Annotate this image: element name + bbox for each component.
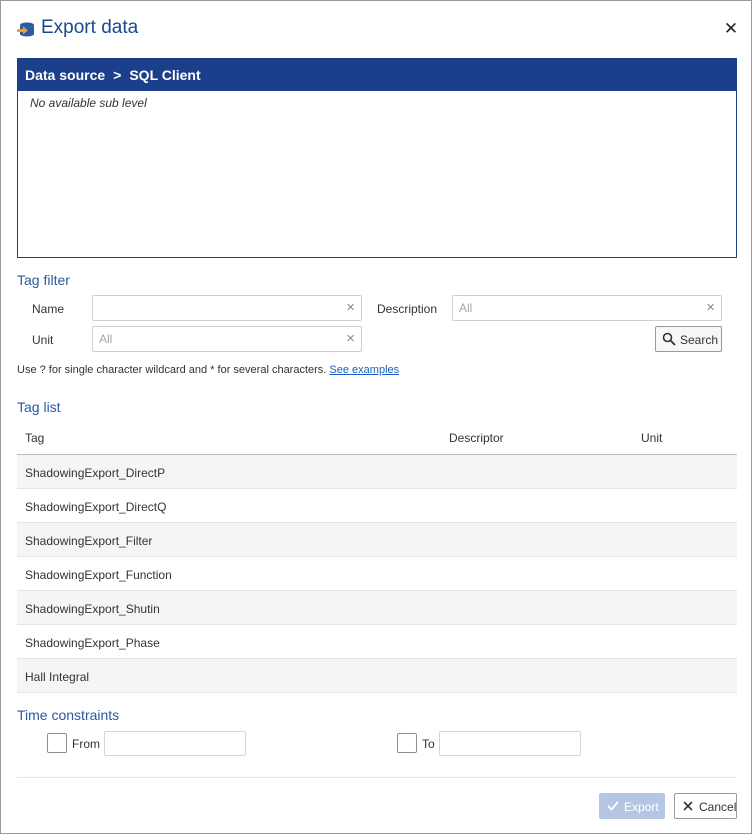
tag-cell: ShadowingExport_Filter [25, 534, 153, 548]
table-row[interactable]: ShadowingExport_Phase [17, 625, 737, 659]
cancel-button-label: Cancel [699, 800, 737, 814]
table-row[interactable]: Hall Integral [17, 659, 737, 693]
tag-list-title: Tag list [17, 399, 61, 415]
tag-cell: Hall Integral [25, 670, 90, 684]
table-row[interactable]: ShadowingExport_Shutin [17, 591, 737, 625]
export-data-dialog: Export data ✕ Data source > SQL Client No … [0, 0, 752, 834]
data-source-breadcrumb: Data source > SQL Client [18, 59, 736, 91]
table-row[interactable]: ShadowingExport_DirectQ [17, 489, 737, 523]
description-clear-icon[interactable]: × [706, 300, 715, 316]
name-clear-icon[interactable]: × [346, 300, 355, 316]
unit-field: × [92, 326, 362, 352]
to-label: To [422, 737, 435, 751]
unit-label: Unit [32, 333, 54, 347]
from-label: From [72, 737, 100, 751]
breadcrumb-root[interactable]: Data source [25, 67, 105, 83]
column-header-unit[interactable]: Unit [641, 431, 662, 445]
check-icon [607, 801, 619, 811]
unit-input[interactable] [93, 327, 361, 351]
time-constraints-title: Time constraints [17, 707, 120, 723]
dialog-titlebar: Export data ✕ [1, 1, 751, 59]
data-source-empty-text: No available sub level [30, 96, 147, 110]
export-data-icon [17, 22, 34, 37]
search-button[interactable]: Search [655, 326, 722, 352]
dialog-title: Export data [41, 17, 139, 38]
table-row[interactable]: ShadowingExport_Filter [17, 523, 737, 557]
export-button-label: Export [624, 800, 659, 814]
see-examples-link[interactable]: See examples [329, 364, 399, 376]
unit-clear-icon[interactable]: × [346, 331, 355, 347]
search-icon [662, 332, 676, 346]
column-header-descriptor[interactable]: Descriptor [449, 431, 504, 445]
breadcrumb-separator: > [113, 67, 122, 83]
table-row[interactable]: ShadowingExport_Function [17, 557, 737, 591]
tag-list-table: Tag Descriptor Unit ShadowingExport_Dire… [17, 421, 737, 693]
tag-cell: ShadowingExport_Shutin [25, 602, 160, 616]
data-source-panel: Data source > SQL Client No available sub … [17, 58, 737, 258]
name-field: × [92, 295, 362, 321]
tag-cell: ShadowingExport_Function [25, 568, 172, 582]
close-icon [683, 801, 693, 811]
description-field: × [452, 295, 722, 321]
column-header-tag[interactable]: Tag [25, 431, 44, 445]
tag-cell: ShadowingExport_DirectP [25, 466, 166, 480]
breadcrumb-current: SQL Client [129, 67, 201, 83]
close-icon[interactable]: ✕ [723, 20, 739, 38]
footer-divider [17, 777, 737, 778]
to-date-input[interactable] [439, 731, 581, 756]
search-button-label: Search [680, 333, 719, 347]
table-header: Tag Descriptor Unit [17, 421, 737, 455]
to-checkbox[interactable] [397, 733, 417, 753]
tag-filter-title: Tag filter [17, 272, 70, 288]
table-row[interactable]: ShadowingExport_DirectP [17, 455, 737, 489]
from-checkbox[interactable] [47, 733, 67, 753]
export-button[interactable]: Export [599, 793, 665, 819]
description-label: Description [377, 302, 438, 316]
description-input[interactable] [453, 296, 721, 320]
wildcard-hint: Use ? for single character wildcard and … [17, 364, 399, 376]
cancel-button[interactable]: Cancel [674, 793, 737, 819]
name-label: Name [32, 302, 65, 316]
tag-cell: ShadowingExport_DirectQ [25, 500, 167, 514]
tag-cell: ShadowingExport_Phase [25, 636, 160, 650]
wildcard-hint-text: Use ? for single character wildcard and … [17, 364, 327, 376]
name-input[interactable] [93, 296, 361, 320]
from-date-input[interactable] [104, 731, 246, 756]
